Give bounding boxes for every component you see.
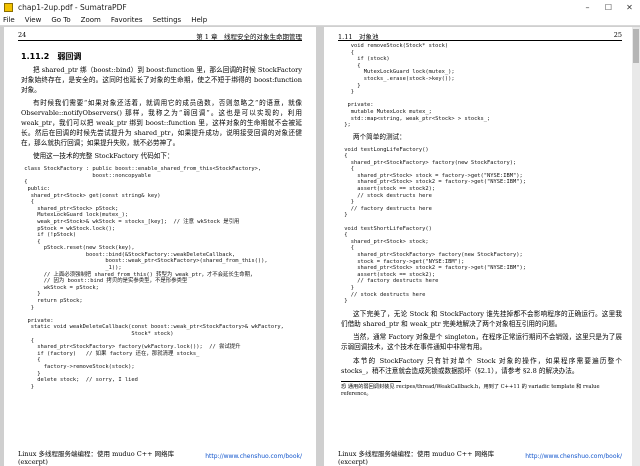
sumatra-app-icon [4,3,13,12]
menu-zoom[interactable]: Zoom [81,16,101,24]
section-title: 1.11.2 弱回调 [21,52,82,61]
running-header: 24 第 1 章 线程安全的对象生命期管理 [18,31,302,41]
title-bar: chap1-2up.pdf - SumatraPDF – ☐ ✕ [0,0,640,15]
pdf-page-right: 1.11 对象池 25 void removeStock(Stock* stoc… [324,27,636,466]
maximize-icon[interactable]: ☐ [598,0,619,15]
menu-view[interactable]: View [25,16,42,24]
menu-file[interactable]: File [3,16,15,24]
footnote-divider [341,380,401,382]
page-number: 24 [18,31,27,39]
menu-bar: File View Go To Zoom Favorites Settings … [0,15,640,26]
footnote: 恐 通用的弱回调封装见 recipes/thread/WeakCallback.… [341,383,600,397]
footer-book-title: Linux 多线程服务端编程：使用 muduo C++ 网络库 (excerpt… [18,449,175,466]
page-content: 1.11.2 弱回调 把 shared_ptr 绑（boost::bind）到 … [21,46,302,390]
page-number: 25 [613,31,622,39]
pdf-page-left: 24 第 1 章 线程安全的对象生命期管理 1.11.2 弱回调 把 share… [4,27,316,466]
section-header: 1.11 对象池 [338,33,379,41]
paragraph: 当然，通常 Factory 对象是个 singleton，在程序正常运行期间不会… [341,333,622,352]
paragraph: 有时候我们需要“如果对象还活着，就调用它的成员函数，否则忽略之”的语意，就像 O… [21,99,302,147]
footer-url-link[interactable]: http://www.chenshuo.com/book/ [525,453,622,460]
paragraph: 这下完美了，无论 Stock 和 StockFactory 谁先挂掉都不会影响程… [341,309,622,328]
menu-goto[interactable]: Go To [51,16,70,24]
paragraph: 两个简单的测试： [353,132,406,141]
paragraph: 本节的 StockFactory 只有针对单个 Stock 对象的操作，如果程序… [341,356,622,375]
vertical-scrollbar[interactable] [632,27,640,466]
chapter-header: 第 1 章 线程安全的对象生命期管理 [196,33,302,41]
close-icon[interactable]: ✕ [619,0,640,15]
window-controls: – ☐ ✕ [577,0,640,15]
document-viewer[interactable]: 24 第 1 章 线程安全的对象生命期管理 1.11.2 弱回调 把 share… [0,27,640,466]
paragraph: 把 shared_ptr 绑（boost::bind）到 boost:funct… [21,66,302,94]
menu-settings[interactable]: Settings [152,16,181,24]
code-listing: class StockFactory : public boost::enabl… [24,166,284,390]
paragraph: 使用这一技术的完整 StockFactory 代码如下： [33,152,174,161]
footer-url-link[interactable]: http://www.chenshuo.com/book/ [205,453,302,460]
menu-favorites[interactable]: Favorites [111,16,143,24]
window-title: chap1-2up.pdf - SumatraPDF [18,3,127,12]
code-listing: void testLongLifeFactory() { shared_ptr<… [344,146,526,305]
minimize-icon[interactable]: – [577,0,598,15]
page-footer: Linux 多线程服务端编程：使用 muduo C++ 网络库 (excerpt… [18,450,302,466]
scrollbar-thumb[interactable] [633,29,639,63]
code-listing: void removeStock(Stock* stock) { if (sto… [344,43,491,129]
footer-book-title: Linux 多线程服务端编程：使用 muduo C++ 网络库 (excerpt… [338,449,495,466]
page-content: void removeStock(Stock* stock) { if (sto… [341,43,622,398]
menu-help[interactable]: Help [191,16,207,24]
running-header: 1.11 对象池 25 [338,31,622,41]
page-footer: Linux 多线程服务端编程：使用 muduo C++ 网络库 (excerpt… [338,450,622,466]
